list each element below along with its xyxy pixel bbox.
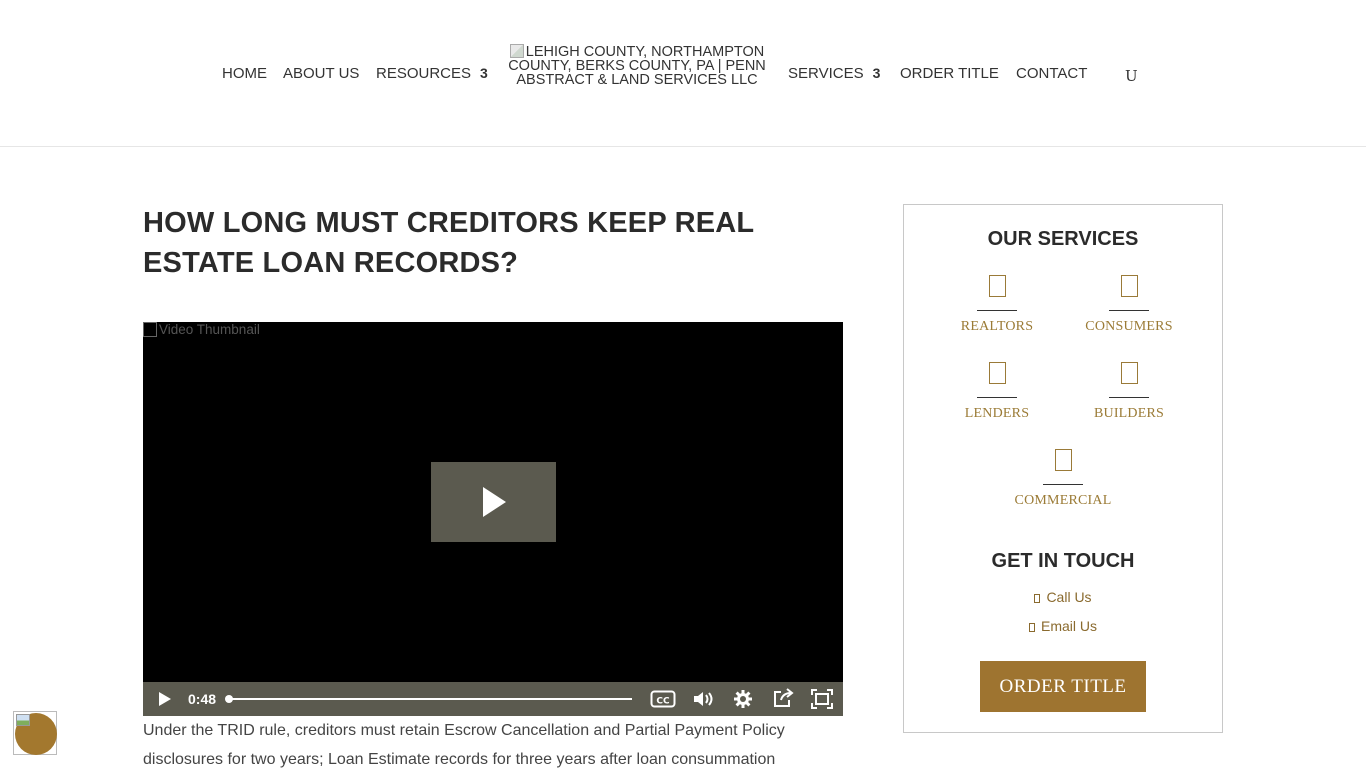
- chevron-down-icon: 3: [872, 65, 881, 81]
- lenders-icon: [988, 362, 1006, 384]
- settings-button[interactable]: [733, 689, 753, 714]
- volume-button[interactable]: [693, 690, 715, 713]
- builders-icon: [1120, 362, 1138, 384]
- service-label: LENDERS: [964, 406, 1030, 421]
- broken-image-icon: [143, 322, 157, 337]
- nav-services-label: SERVICES: [788, 65, 864, 82]
- site-header: HOME ABOUT US RESOURCES 3 LEHIGH COUNTY, …: [0, 0, 1366, 147]
- search-icon[interactable]: U: [1125, 67, 1138, 85]
- phone-icon: [1034, 594, 1041, 603]
- volume-icon: [694, 692, 713, 706]
- nav-contact[interactable]: CONTACT: [1016, 65, 1087, 82]
- fullscreen-icon: [811, 689, 833, 709]
- email-us-link[interactable]: Email Us: [904, 618, 1222, 634]
- video-player[interactable]: Video Thumbnail 0:48 CC: [143, 322, 843, 716]
- get-in-touch-heading: GET IN TOUCH: [991, 550, 1135, 572]
- service-realtors[interactable]: REALTORS: [937, 275, 1057, 335]
- call-us-link[interactable]: Call Us: [904, 589, 1222, 605]
- service-label: REALTORS: [960, 319, 1034, 334]
- article-body-text: Under the TRID rule, creditors must reta…: [143, 722, 785, 768]
- divider: [977, 310, 1017, 311]
- broken-image-icon: [16, 714, 30, 726]
- realtors-icon: [988, 275, 1006, 297]
- nav-order-title[interactable]: ORDER TITLE: [900, 65, 999, 82]
- nav-resources-label: RESOURCES: [376, 65, 472, 82]
- order-title-button[interactable]: ORDER TITLE: [980, 661, 1146, 712]
- fullscreen-button[interactable]: [811, 689, 833, 714]
- divider: [977, 397, 1017, 398]
- page-title: HOW LONG MUST CREDITORS KEEP REAL ESTATE…: [143, 207, 754, 279]
- floating-widget-button[interactable]: [13, 711, 57, 755]
- service-label: CONSUMERS: [1085, 319, 1173, 334]
- logo-alt-text: LEHIGH COUNTY, NORTHAMPTON COUNTY, BERKS…: [508, 44, 766, 88]
- site-logo[interactable]: LEHIGH COUNTY, NORTHAMPTON COUNTY, BERKS…: [503, 44, 771, 87]
- video-time: 0:48: [188, 691, 217, 707]
- share-button[interactable]: [772, 688, 794, 713]
- commercial-icon: [1054, 449, 1072, 471]
- chevron-down-icon: 3: [480, 65, 488, 81]
- nav-about-us[interactable]: ABOUT US: [283, 65, 359, 82]
- video-thumbnail: Video Thumbnail: [143, 322, 260, 337]
- service-lenders[interactable]: LENDERS: [937, 362, 1057, 422]
- service-consumers[interactable]: CONSUMERS: [1069, 275, 1189, 335]
- nav-resources[interactable]: RESOURCES 3: [376, 65, 488, 82]
- nav-home[interactable]: HOME: [222, 65, 267, 82]
- video-controls-bar: 0:48 CC: [143, 682, 843, 716]
- email-us-label: Email Us: [1040, 618, 1097, 634]
- video-progress-handle[interactable]: [225, 695, 233, 703]
- big-play-button[interactable]: [431, 462, 556, 542]
- service-builders[interactable]: BUILDERS: [1069, 362, 1189, 422]
- video-thumbnail-alt: Video Thumbnail: [159, 322, 260, 337]
- nav-services[interactable]: SERVICES 3: [788, 65, 880, 82]
- closed-captions-icon: CC: [650, 690, 676, 708]
- play-icon: [483, 487, 506, 517]
- service-label: COMMERCIAL: [1014, 493, 1112, 508]
- captions-button[interactable]: CC: [650, 689, 676, 714]
- svg-text:CC: CC: [656, 697, 670, 707]
- divider: [1043, 484, 1083, 485]
- video-progress-track[interactable]: [225, 695, 632, 703]
- play-icon: [159, 692, 171, 706]
- service-commercial[interactable]: COMMERCIAL: [1003, 449, 1123, 509]
- play-button[interactable]: [158, 691, 172, 712]
- divider: [1109, 397, 1149, 398]
- email-icon: [1028, 623, 1035, 632]
- divider: [1109, 310, 1149, 311]
- service-label: BUILDERS: [1093, 406, 1165, 421]
- gear-icon: [734, 690, 752, 708]
- logo-broken-image-icon: [509, 44, 524, 58]
- our-services-heading: OUR SERVICES: [987, 228, 1139, 250]
- call-us-label: Call Us: [1046, 589, 1092, 605]
- share-icon: [774, 688, 794, 707]
- consumers-icon: [1120, 275, 1138, 297]
- sidebar-widget: OUR SERVICES REALTORS CONSUMERS LENDERS …: [903, 204, 1223, 733]
